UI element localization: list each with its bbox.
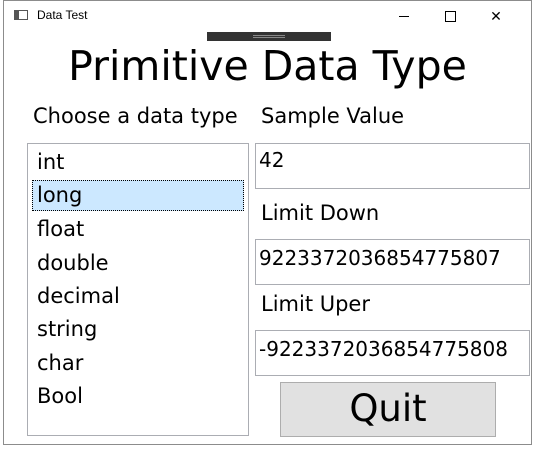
data-type-listbox[interactable]: int long float double decimal string cha… (27, 143, 249, 436)
close-button[interactable]: ✕ (473, 1, 519, 32)
list-item-string[interactable]: string (32, 314, 244, 345)
title-bar[interactable]: Data Test ✕ (4, 1, 531, 32)
sample-value-label: Sample Value (261, 104, 405, 128)
debug-toolbar-handle[interactable] (207, 32, 331, 41)
page-title: Primitive Data Type (68, 42, 467, 90)
quit-button[interactable]: Quit (280, 382, 496, 437)
limit-down-field[interactable]: 9223372036854775807 (255, 239, 530, 285)
window-title: Data Test (37, 8, 88, 22)
list-item-char[interactable]: char (32, 348, 244, 379)
limit-upper-label: Limit Uper (261, 292, 370, 316)
window-icon (14, 10, 28, 20)
minimize-button[interactable] (381, 1, 427, 32)
limit-upper-field[interactable]: -9223372036854775808 (255, 330, 530, 376)
list-item-long[interactable]: long (32, 180, 244, 211)
maximize-icon (444, 11, 456, 22)
limit-down-label: Limit Down (261, 201, 380, 225)
list-item-int[interactable]: int (32, 147, 244, 178)
list-item-float[interactable]: float (32, 214, 244, 245)
maximize-button[interactable] (427, 1, 473, 32)
list-item-bool[interactable]: Bool (32, 381, 244, 412)
sample-value-field[interactable]: 42 (255, 143, 530, 189)
list-item-double[interactable]: double (32, 248, 244, 279)
choose-type-label: Choose a data type (33, 104, 238, 128)
minimize-icon (399, 16, 409, 17)
app-window: Data Test ✕ Primitive Data Type Choose a… (3, 0, 532, 445)
list-item-decimal[interactable]: decimal (32, 281, 244, 312)
close-icon: ✕ (490, 8, 502, 25)
